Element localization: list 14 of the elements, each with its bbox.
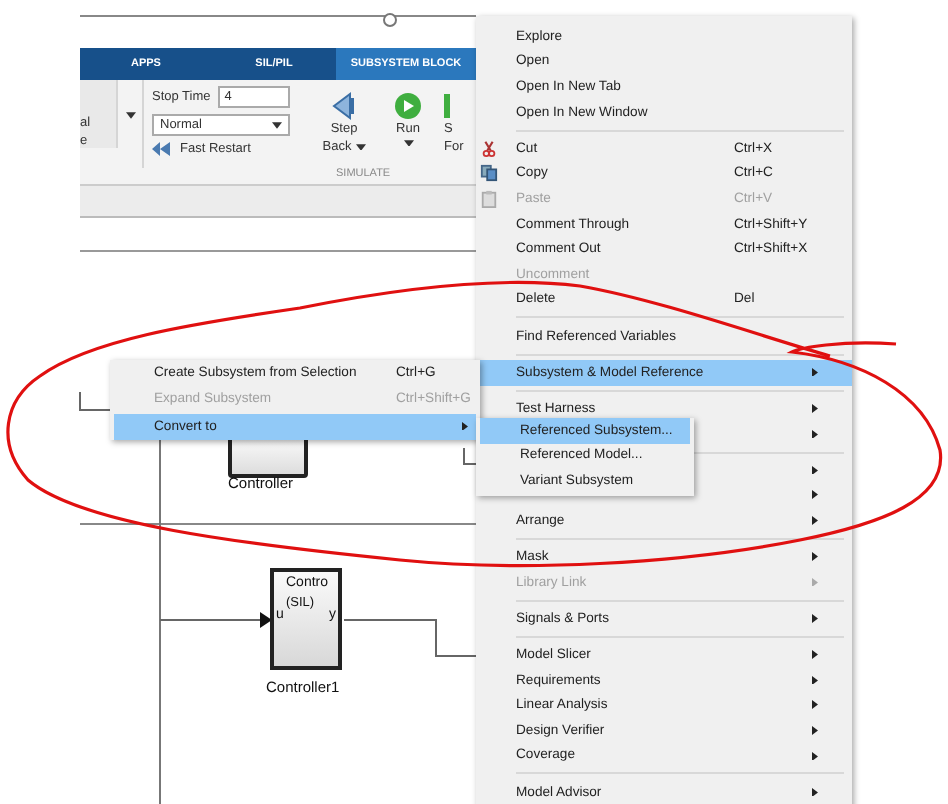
step-forward-icon [444, 92, 454, 120]
dropdown-arrow-icon [355, 143, 366, 151]
scissors-icon [480, 139, 498, 158]
signal-line [343, 619, 477, 657]
dropdown-arrow-icon [403, 139, 413, 147]
clipboard-icon [480, 189, 498, 208]
fast-restart-icon [152, 142, 172, 156]
signal-arrow [159, 612, 272, 628]
dropdown-arrow-icon [272, 122, 282, 129]
dropdown-arrow-icon[interactable] [125, 112, 135, 119]
signal-line [463, 447, 477, 465]
step-back-icon [330, 92, 358, 120]
run-icon [394, 92, 422, 120]
copy-icon [480, 164, 498, 183]
